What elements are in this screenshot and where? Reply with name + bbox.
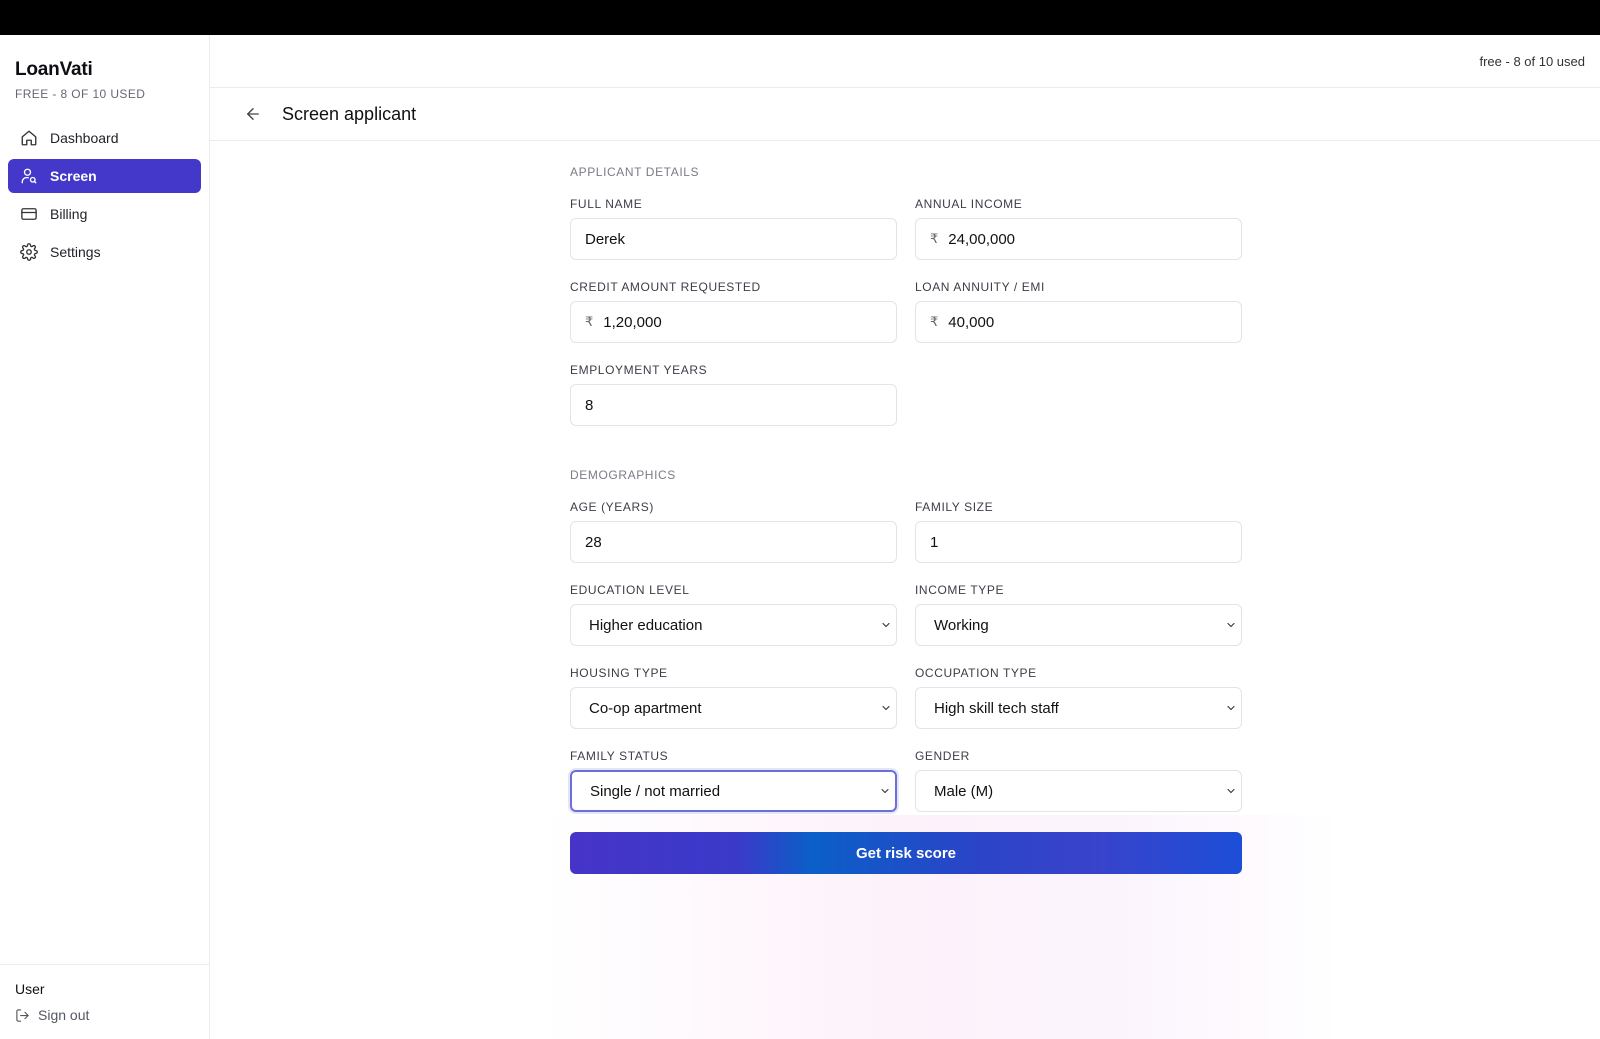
page-title: Screen applicant	[282, 103, 417, 124]
page-header: Screen applicant	[210, 88, 1600, 141]
age-value[interactable]	[585, 533, 882, 551]
education-field: EDUCATION LEVEL Higher education	[570, 583, 897, 646]
sidebar-item-dashboard[interactable]: Dashboard	[8, 121, 201, 155]
field-label: EMPLOYMENT YEARS	[570, 363, 708, 377]
credit-amount-input[interactable]: ₹	[570, 301, 897, 343]
employment-years-field: EMPLOYMENT YEARS	[570, 363, 897, 426]
field-label: FULL NAME	[570, 197, 643, 211]
selected-value: Male (M)	[934, 782, 994, 800]
arrow-left-icon[interactable]	[244, 105, 262, 123]
section-demographics: DEMOGRAPHICS	[570, 468, 676, 482]
applicant-form: APPLICANT DETAILS FULL NAME ANNUAL INCOM…	[570, 165, 1242, 874]
family-size-value[interactable]	[930, 533, 1227, 551]
get-risk-score-button[interactable]: Get risk score	[570, 832, 1242, 874]
chevron-down-icon	[881, 788, 889, 794]
sidebar-item-label: Settings	[50, 244, 101, 260]
occupation-select[interactable]: High skill tech staff	[915, 687, 1242, 729]
gender-field: GENDER Male (M)	[915, 749, 1242, 812]
sign-out-label: Sign out	[38, 1007, 90, 1023]
selected-value: Single / not married	[590, 782, 721, 800]
chevron-down-icon	[1227, 705, 1235, 711]
top-header: free - 8 of 10 used	[210, 35, 1600, 88]
selected-value: Working	[934, 616, 989, 634]
section-applicant-details: APPLICANT DETAILS	[570, 165, 700, 179]
age-field: AGE (YEARS)	[570, 500, 897, 563]
sidebar-item-settings[interactable]: Settings	[8, 235, 201, 269]
sidebar-item-label: Billing	[50, 206, 88, 222]
employment-years-input[interactable]	[570, 384, 897, 426]
logout-icon	[16, 1008, 29, 1022]
field-label: INCOME TYPE	[915, 583, 1005, 597]
employment-years-value[interactable]	[585, 396, 882, 414]
brand-name: LoanVati	[15, 59, 93, 80]
app-window: LoanVati FREE - 8 OF 10 USED Dashboard S…	[0, 35, 1600, 1039]
credit-amount-value[interactable]	[603, 313, 882, 331]
annual-income-input[interactable]: ₹	[915, 218, 1242, 260]
full-name-field: FULL NAME	[570, 197, 897, 260]
field-label: LOAN ANNUITY / EMI	[915, 280, 1045, 294]
sign-out-button[interactable]: Sign out	[15, 1007, 194, 1023]
housing-select[interactable]: Co-op apartment	[570, 687, 897, 729]
rupee-icon: ₹	[930, 314, 939, 329]
income-type-field: INCOME TYPE Working	[915, 583, 1242, 646]
credit-card-icon	[21, 208, 37, 220]
family-status-select[interactable]: Single / not married	[570, 770, 897, 812]
brand: LoanVati FREE - 8 OF 10 USED	[0, 35, 209, 101]
family-size-input[interactable]	[915, 521, 1242, 563]
sidebar-item-label: Screen	[50, 168, 97, 184]
full-name-input[interactable]	[570, 218, 897, 260]
field-label: EDUCATION LEVEL	[570, 583, 690, 597]
usage-indicator: free - 8 of 10 used	[1479, 53, 1585, 69]
chevron-down-icon	[1227, 788, 1235, 794]
annual-income-value[interactable]	[948, 230, 1227, 248]
field-label: FAMILY SIZE	[915, 500, 994, 514]
occupation-field: OCCUPATION TYPE High skill tech staff	[915, 666, 1242, 729]
selected-value: Co-op apartment	[589, 699, 702, 717]
annuity-value[interactable]	[948, 313, 1227, 331]
annual-income-field: ANNUAL INCOME ₹	[915, 197, 1242, 260]
plan-usage: FREE - 8 OF 10 USED	[15, 87, 146, 101]
field-label: OCCUPATION TYPE	[915, 666, 1037, 680]
credit-amount-field: CREDIT AMOUNT REQUESTED ₹	[570, 280, 897, 343]
gender-select[interactable]: Male (M)	[915, 770, 1242, 812]
sidebar: LoanVati FREE - 8 OF 10 USED Dashboard S…	[0, 35, 210, 1039]
sidebar-nav: Dashboard Screen Billing Settings	[0, 121, 209, 269]
sidebar-footer: User Sign out	[0, 964, 209, 1039]
annuity-input[interactable]: ₹	[915, 301, 1242, 343]
annuity-field: LOAN ANNUITY / EMI ₹	[915, 280, 1242, 343]
main-content: free - 8 of 10 used Screen applicant APP…	[210, 35, 1600, 1039]
field-label: GENDER	[915, 749, 970, 763]
family-size-field: FAMILY SIZE	[915, 500, 1242, 563]
gear-icon	[20, 243, 38, 261]
field-label: ANNUAL INCOME	[915, 197, 1023, 211]
sidebar-item-label: Dashboard	[50, 130, 119, 146]
sidebar-item-billing[interactable]: Billing	[8, 197, 201, 231]
chevron-down-icon	[882, 705, 890, 711]
age-input[interactable]	[570, 521, 897, 563]
field-label: CREDIT AMOUNT REQUESTED	[570, 280, 761, 294]
home-icon	[21, 130, 37, 146]
family-status-field: FAMILY STATUS Single / not married	[570, 749, 897, 812]
housing-field: HOUSING TYPE Co-op apartment	[570, 666, 897, 729]
chevron-down-icon	[1227, 622, 1235, 628]
field-label: FAMILY STATUS	[570, 749, 669, 763]
field-label: AGE (YEARS)	[570, 500, 654, 514]
full-name-value[interactable]	[585, 230, 882, 248]
rupee-icon: ₹	[585, 314, 594, 329]
sidebar-item-screen[interactable]: Screen	[8, 159, 201, 193]
top-black-bar	[0, 0, 1600, 35]
income-type-select[interactable]: Working	[915, 604, 1242, 646]
education-select[interactable]: Higher education	[570, 604, 897, 646]
field-label: HOUSING TYPE	[570, 666, 668, 680]
selected-value: High skill tech staff	[934, 699, 1059, 717]
selected-value: Higher education	[589, 616, 703, 634]
rupee-icon: ₹	[930, 231, 939, 246]
user-search-icon	[21, 168, 37, 184]
chevron-down-icon	[882, 622, 890, 628]
user-name: User	[15, 981, 45, 997]
